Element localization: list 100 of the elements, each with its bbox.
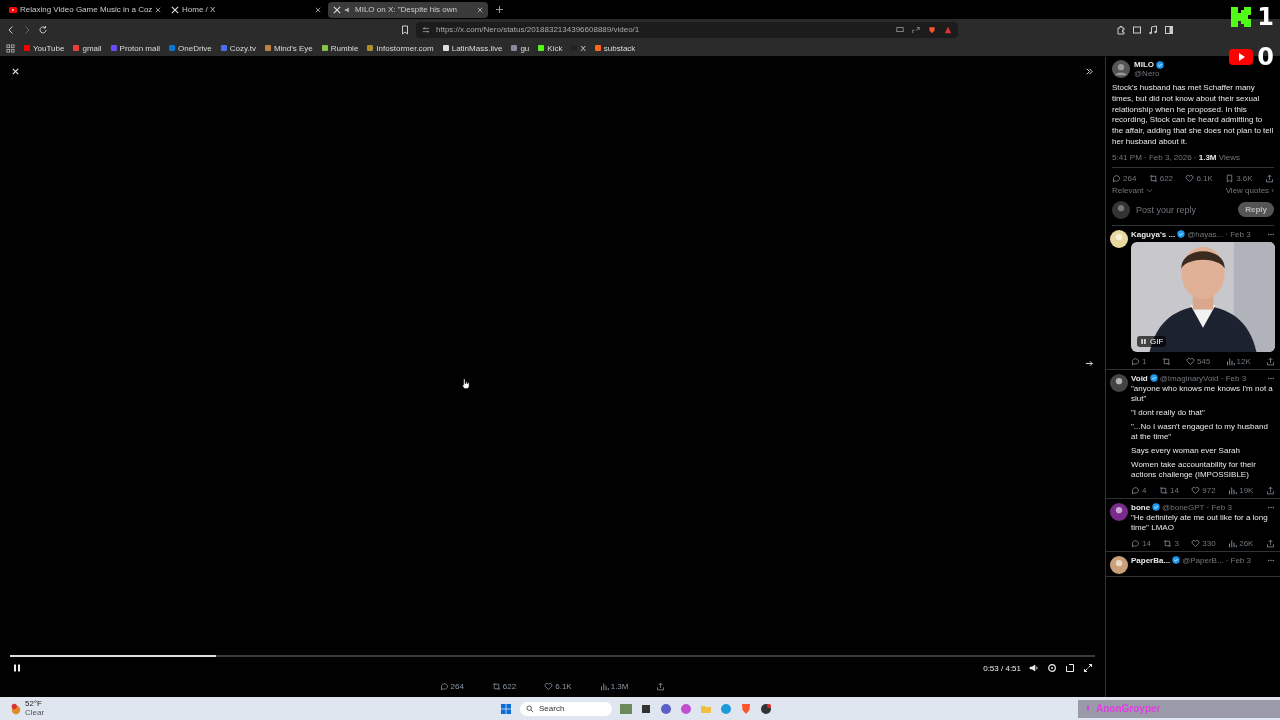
reply-icon[interactable] [1131,538,1140,548]
avatar[interactable] [1112,60,1130,78]
avatar[interactable] [1110,502,1128,521]
bookmark-link[interactable]: X [571,43,586,53]
bookmark-link[interactable]: LatinMass.live [442,43,503,53]
repost-icon[interactable] [1148,173,1158,183]
weather-icon[interactable] [10,702,22,715]
reload-icon[interactable] [38,24,48,35]
teams-icon[interactable] [660,702,672,715]
author-handle[interactable]: @ImaginaryVoid · Feb 3 [1159,373,1247,383]
bookmark-link[interactable]: Rumble [321,43,359,53]
close-icon[interactable] [155,6,162,13]
heart-icon[interactable] [1185,356,1195,366]
views-icon[interactable] [599,682,609,691]
reply-icon[interactable] [1112,173,1121,183]
repost-icon[interactable] [1158,485,1168,495]
forward-icon[interactable] [22,24,32,35]
heart-icon[interactable] [1191,538,1201,548]
pause-icon[interactable] [12,663,22,673]
reply-field[interactable]: Post your reply [1136,204,1233,215]
verified-badge-icon [1177,230,1186,239]
apps-grid-icon[interactable] [6,43,15,53]
bookmark-link[interactable]: gu [511,43,530,53]
browser-tab[interactable]: Relaxing Video Game Music in a Coz [4,1,164,18]
heart-icon[interactable] [1191,485,1201,495]
bookmark-link[interactable]: Mind's Eye [264,43,313,53]
stat-count: 6.1K [1196,173,1213,183]
repost-icon[interactable] [1163,538,1173,548]
app-icon[interactable] [760,702,772,715]
music-icon[interactable] [1148,24,1158,35]
picture-in-picture-icon[interactable] [1065,663,1075,673]
views-icon[interactable] [1228,538,1238,548]
more-icon[interactable] [1267,558,1275,562]
share-icon[interactable] [1265,485,1275,495]
extensions-icon[interactable] [1116,24,1126,35]
author-handle[interactable]: @PaperB... [1182,555,1224,565]
settings-icon[interactable] [1047,663,1057,673]
more-icon[interactable] [1267,232,1275,236]
author-handle[interactable]: @Nero [1134,69,1164,78]
reply-button[interactable]: Reply [1238,202,1274,218]
bookmark-icon[interactable] [400,24,410,35]
lion-shield-icon[interactable] [928,25,936,34]
triangle-icon[interactable] [944,25,952,34]
sort-dropdown[interactable]: Relevant [1112,185,1153,195]
more-icon[interactable] [1267,376,1275,380]
browser-tab[interactable]: Home / X [166,1,326,18]
view-quotes-link[interactable]: View quotes › [1225,185,1274,195]
views-icon[interactable] [1225,356,1235,366]
author-name[interactable]: Kaguya's ... [1131,229,1176,239]
bookmark-link[interactable]: substack [594,43,636,53]
author-name[interactable]: MILO [1134,60,1154,69]
author-name[interactable]: PaperBa... [1131,555,1171,565]
new-tab-icon[interactable] [496,6,503,13]
heart-icon[interactable] [1185,173,1195,183]
back-icon[interactable] [6,24,16,35]
address-bar[interactable]: https://x.com/Nero/status/2018832134396608889/video/1 [416,21,958,38]
arrow-right-icon[interactable] [1085,359,1094,368]
share-icon[interactable] [1266,356,1275,366]
bookmark-link[interactable]: Cozy.tv [220,43,256,53]
author-handle[interactable]: @boneGPT · Feb 3 [1162,502,1232,512]
screen-icon[interactable] [896,25,904,34]
avatar[interactable] [1110,373,1128,392]
fullscreen-icon[interactable] [1083,663,1093,673]
author-name[interactable]: bone [1131,502,1151,512]
pause-icon[interactable] [1140,337,1147,345]
repost-icon[interactable] [491,682,501,691]
wallet-icon[interactable] [1132,24,1142,35]
browser-tab[interactable]: MILO on X: "Despite his own [328,1,488,18]
more-icon[interactable] [1267,505,1275,509]
bookmark-link[interactable]: Proton mail [110,43,161,53]
volume-icon[interactable] [1029,663,1039,673]
avatar[interactable] [1110,229,1128,248]
bookmark-link[interactable]: Infostormer.com [367,43,434,53]
lion-shield-icon[interactable] [740,702,752,715]
reply-icon[interactable] [1131,356,1140,366]
reply-icon[interactable] [439,682,449,691]
repost-icon[interactable] [1161,356,1171,366]
heart-icon[interactable] [544,682,554,691]
bookmark-link[interactable]: YouTube [24,43,65,53]
share-icon[interactable] [656,682,666,691]
share-icon[interactable] [1265,538,1275,548]
close-icon[interactable] [315,6,321,13]
bookmark-link[interactable]: gmail [73,43,102,53]
copilot-icon[interactable] [680,702,692,715]
share-icon[interactable] [1264,173,1274,183]
sidebar-icon[interactable] [1164,24,1174,35]
search-field[interactable]: Search [520,701,612,716]
reply-icon[interactable] [1131,485,1140,495]
views-icon[interactable] [1228,485,1238,495]
share-icon[interactable] [912,25,920,34]
avatar[interactable] [1110,555,1128,574]
widget-icon[interactable] [620,702,632,715]
task-view-icon[interactable] [640,702,652,715]
bookmark-link[interactable]: Kick [538,43,563,53]
author-handle[interactable]: @hayas... [1187,229,1224,239]
bookmark-link[interactable]: OneDrive [169,43,212,53]
author-name[interactable]: Void [1131,373,1148,383]
hand-cursor-icon [461,378,470,389]
collapse-icon[interactable] [1085,67,1094,76]
start-icon[interactable] [500,702,512,715]
